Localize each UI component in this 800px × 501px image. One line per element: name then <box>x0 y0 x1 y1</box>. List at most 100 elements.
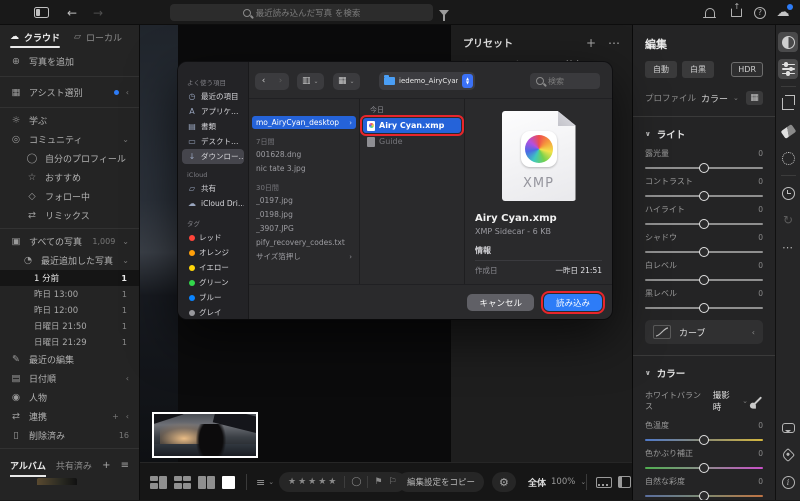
view-compare-button[interactable] <box>198 463 215 501</box>
reject-circle-icon[interactable]: ◯ <box>351 477 361 487</box>
sidebar-item-recently-added[interactable]: ◔ 最近追加した写真 ⌄ <box>0 251 139 270</box>
tab-shared[interactable]: 共有済み <box>56 459 92 472</box>
community-sub-item[interactable]: ☆ おすすめ <box>0 168 139 187</box>
cloud-sync-button[interactable]: ☁ <box>774 0 793 25</box>
slider-knob[interactable] <box>699 190 709 201</box>
sidebar-item-learn[interactable]: ☼ 学ぶ <box>0 111 139 130</box>
sidebar-item-connections[interactable]: ⇄ 連携 + ‹ <box>0 407 139 426</box>
sidebar-item-by-date[interactable]: ▤ 日付順 ‹ <box>0 369 139 388</box>
file-row[interactable]: _0197.jpg <box>252 194 356 207</box>
sidebar-item-deleted[interactable]: ▯ 削除済み 16 <box>0 426 139 445</box>
tab-local[interactable]: ▱ ローカル <box>74 25 122 49</box>
slider-knob[interactable] <box>699 274 709 285</box>
file-row[interactable]: mo_AiryCyan_desktop › <box>252 116 356 129</box>
finder-sidebar-item[interactable]: ▤ 書類 <box>182 119 244 134</box>
copy-edit-settings-button[interactable]: 編集設定をコピー <box>398 463 485 501</box>
import-button[interactable]: 読み込み <box>540 290 606 315</box>
recent-time-row[interactable]: 昨日 12:00 1 <box>0 302 139 318</box>
filmstrip-selected-thumbnail[interactable] <box>152 412 258 458</box>
slider-knob[interactable] <box>699 490 709 500</box>
masking-rail-button[interactable] <box>778 148 798 168</box>
create-preset-icon[interactable]: + <box>586 36 596 50</box>
split-view-button[interactable] <box>618 463 631 501</box>
finder-sidebar-item[interactable]: A アプリケ… <box>182 104 244 119</box>
help-button[interactable]: ? <box>752 0 768 25</box>
presets-rail-button[interactable] <box>778 32 798 52</box>
folder-dropdown[interactable]: iedemo_AiryCyan_deskt... ▲▼ <box>379 70 475 92</box>
plus-icon[interactable]: + <box>112 412 119 421</box>
edit-rail-button[interactable] <box>778 59 798 79</box>
finder-tag-item[interactable]: オレンジ <box>182 245 244 260</box>
heal-rail-button[interactable] <box>778 121 798 141</box>
forward-button[interactable]: → <box>90 0 106 25</box>
sort-button[interactable]: ≡ ⌄ <box>256 463 274 501</box>
recent-time-row[interactable]: 日曜日 21:29 1 <box>0 334 139 350</box>
tab-albums[interactable]: アルバム <box>10 459 46 477</box>
group-by-button[interactable]: ▦ ⌄ <box>333 70 360 92</box>
eyedropper-icon[interactable] <box>752 396 763 406</box>
global-search-input[interactable]: 最近読み込んだ写真 を検索 <box>170 4 433 21</box>
comments-rail-button[interactable] <box>778 418 798 438</box>
file-row[interactable]: サイズ箔押し › <box>252 250 356 263</box>
view-detail-button[interactable] <box>222 463 239 501</box>
finder-sidebar-item[interactable]: ↓ ダウンロー… <box>182 149 244 164</box>
profile-value[interactable]: カラー <box>701 92 728 105</box>
slider-knob[interactable] <box>699 162 709 173</box>
file-row[interactable]: 001628.dng <box>252 148 356 161</box>
auto-button[interactable]: 自動 <box>645 61 677 78</box>
color-section-header[interactable]: ∨ カラー <box>645 366 763 380</box>
crop-rail-button[interactable] <box>778 94 798 114</box>
back-button[interactable]: ‹ <box>255 76 272 86</box>
file-row[interactable]: 30日間 <box>252 182 356 193</box>
slider-knob[interactable] <box>699 434 709 445</box>
finder-tag-item[interactable]: レッド <box>182 230 244 245</box>
view-mode-button[interactable]: ▥ ⌄ <box>297 70 324 92</box>
cancel-button[interactable]: キャンセル <box>467 294 534 311</box>
slider-knob[interactable] <box>699 302 709 313</box>
unflagged-icon[interactable]: ⚐ <box>389 477 397 487</box>
profile-browser-icon[interactable]: ▦ <box>746 91 763 105</box>
dialog-search-input[interactable]: 検索 <box>530 70 600 92</box>
add-album-icon[interactable]: + <box>102 460 110 471</box>
file-row[interactable]: nic tate 3.jpg <box>252 162 356 175</box>
album-list-icon[interactable]: ≡ <box>121 460 129 471</box>
finder-tag-item[interactable]: イエロー <box>182 260 244 275</box>
add-photos-button[interactable]: ⊕ 写真を追加 <box>0 49 139 73</box>
light-section-header[interactable]: ∨ ライト <box>645 127 763 141</box>
recent-time-row[interactable]: 日曜日 21:50 1 <box>0 318 139 334</box>
zoom-control[interactable]: 全体 100% ⌄ <box>528 463 586 501</box>
finder-sidebar-item[interactable]: ◷ 最近の項目 <box>182 89 244 104</box>
refresh-rail-button[interactable]: ↻ <box>778 210 798 230</box>
hdr-button[interactable]: HDR <box>731 62 763 77</box>
file-row[interactable]: pify_recovery_codes.txt <box>252 236 356 249</box>
bw-button[interactable]: 白黒 <box>682 61 714 78</box>
file-row[interactable]: _0198.jpg <box>252 208 356 221</box>
community-sub-item[interactable]: ◇ フォロー中 <box>0 187 139 206</box>
finder-tag-item[interactable]: グリーン <box>182 275 244 290</box>
recent-time-row[interactable]: 1 分前 1 <box>0 270 139 286</box>
versions-rail-button[interactable] <box>778 183 798 203</box>
community-sub-item[interactable]: ◯ 自分のプロフィール <box>0 149 139 168</box>
finder-tag-item[interactable]: グレイ <box>182 305 244 319</box>
curve-row[interactable]: カーブ ‹ <box>645 320 763 344</box>
view-photo-grid-button[interactable] <box>150 463 167 501</box>
slider-knob[interactable] <box>699 246 709 257</box>
slider-knob[interactable] <box>699 462 709 473</box>
sidebar-item-recent-edits[interactable]: ✎ 最近の編集 <box>0 350 139 369</box>
more-options-icon[interactable]: ⋯ <box>608 36 620 50</box>
settings-gear-button[interactable]: ⚙ <box>492 463 516 501</box>
community-sub-item[interactable]: ⇄ リミックス <box>0 206 139 225</box>
star-rating[interactable]: ★★★★★ <box>288 477 338 487</box>
more-rail-button[interactable]: ⋯ <box>778 237 798 257</box>
file-row[interactable]: 7日間 <box>252 136 356 147</box>
forward-button[interactable]: › <box>272 76 289 86</box>
sidebar-item-assisted-culling[interactable]: ▦ アシスト選別 ‹ <box>0 80 139 104</box>
back-button[interactable]: ← <box>64 0 80 25</box>
filmstrip-toggle-button[interactable] <box>596 463 612 501</box>
notifications-button[interactable] <box>702 0 718 25</box>
finder-sidebar-item[interactable]: ▱ 共有 <box>182 181 244 196</box>
keywords-rail-button[interactable] <box>778 445 798 465</box>
album-thumbnail[interactable] <box>37 478 77 485</box>
finder-sidebar-item[interactable]: ▭ デスクト… <box>182 134 244 149</box>
share-button[interactable] <box>728 0 744 25</box>
